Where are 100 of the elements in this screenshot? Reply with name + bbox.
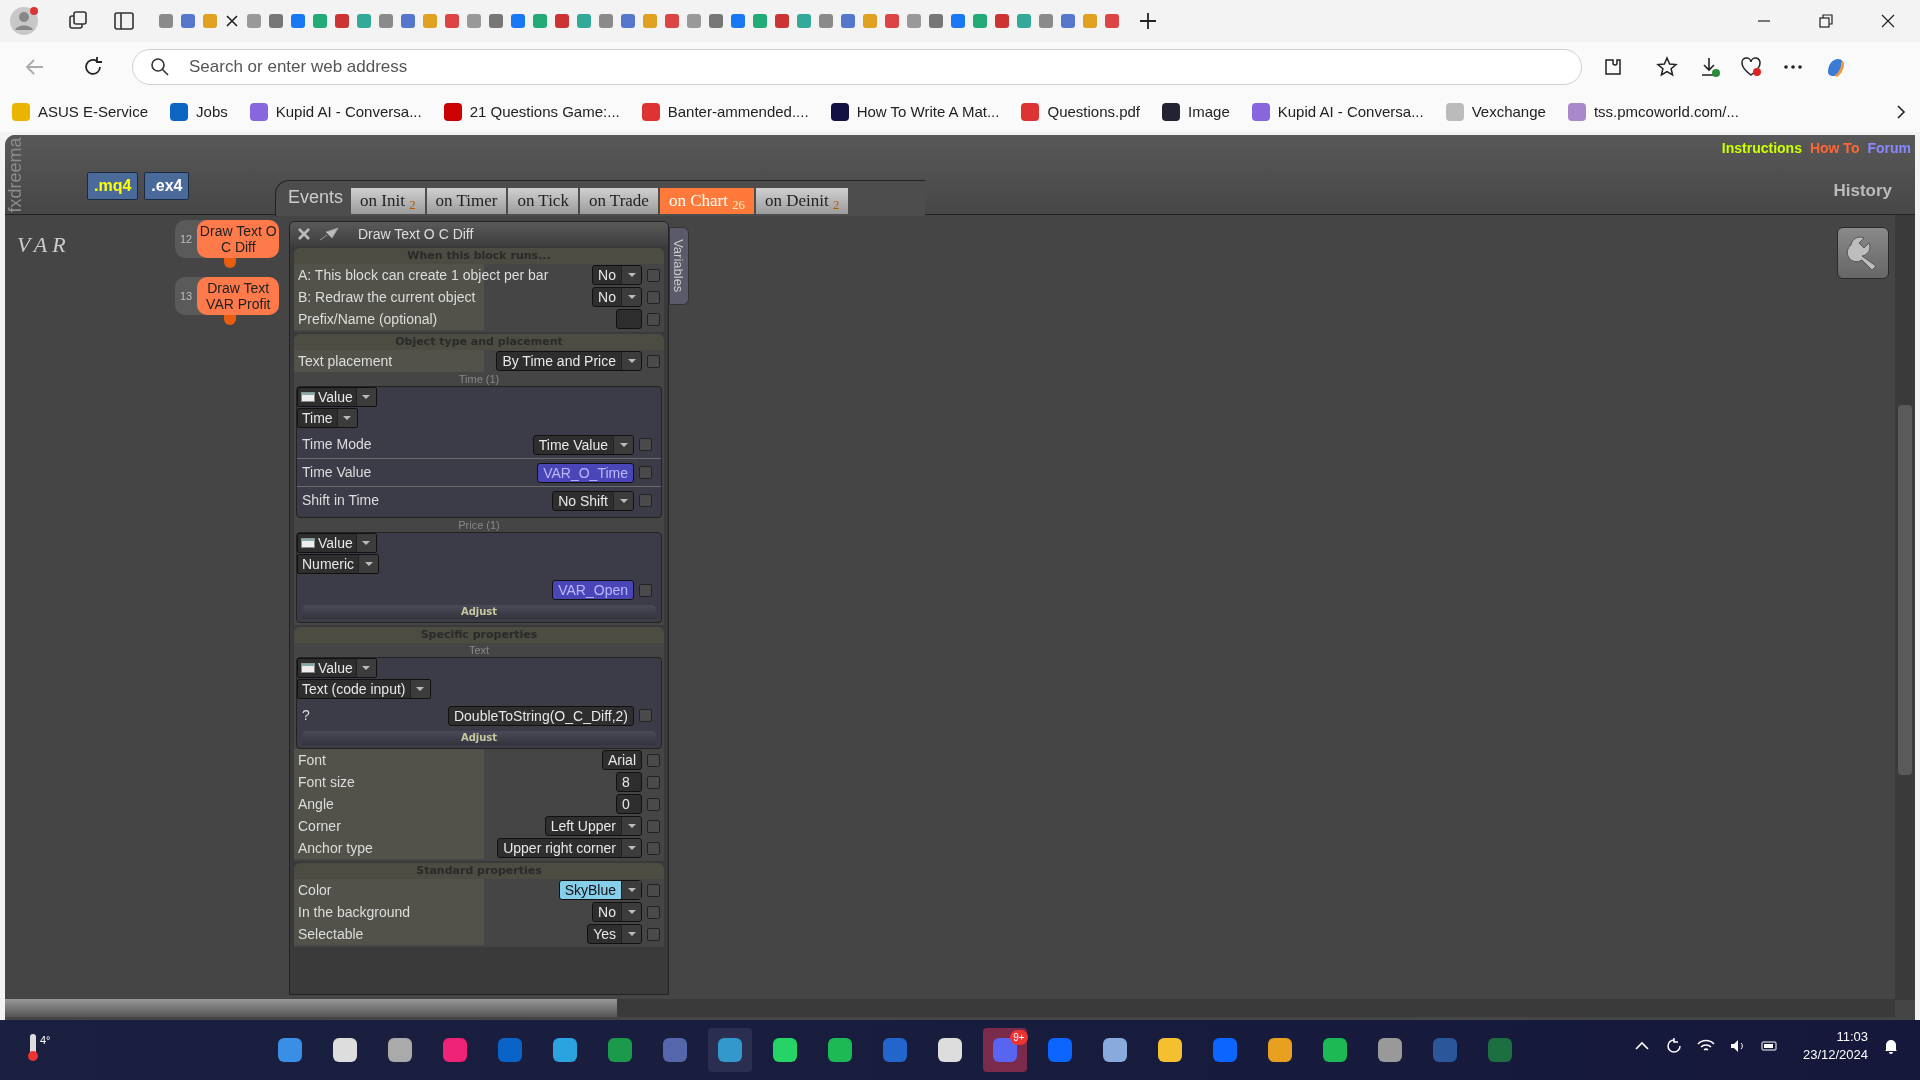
bookmark[interactable]: Vexchange xyxy=(1445,100,1546,124)
settings-button[interactable] xyxy=(1837,227,1889,279)
tab-favicon-icon[interactable] xyxy=(686,13,702,29)
tab-favicon-icon[interactable] xyxy=(796,13,812,29)
tab-favicon-icon[interactable] xyxy=(1016,13,1032,29)
type-dropdown[interactable]: Text (code input) xyxy=(297,679,431,699)
dropdown[interactable]: No Shift xyxy=(552,490,634,511)
adjust-button[interactable]: Adjust xyxy=(302,605,656,619)
adjust-button[interactable]: Adjust xyxy=(302,731,656,745)
tab-favicon-icon[interactable] xyxy=(642,13,658,29)
tab-favicon-icon[interactable] xyxy=(290,13,306,29)
type-dropdown[interactable]: Time xyxy=(297,408,358,428)
tab-favicon-icon[interactable] xyxy=(620,13,636,29)
dropdown[interactable]: Left Upper xyxy=(544,816,642,836)
checkbox[interactable] xyxy=(639,709,652,722)
checkbox[interactable] xyxy=(647,753,660,767)
scrollbar-thumb[interactable] xyxy=(5,999,617,1017)
tab-favicon-icon[interactable] xyxy=(510,13,526,29)
bookmark[interactable]: Kupid AI - Conversa... xyxy=(249,100,422,124)
checkbox[interactable] xyxy=(647,883,660,897)
tab-favicon-icon[interactable] xyxy=(268,13,284,29)
dropdown[interactable]: No xyxy=(592,265,642,285)
chevron-right-icon[interactable] xyxy=(1894,105,1908,119)
checkbox[interactable] xyxy=(639,466,652,479)
dropdown[interactable]: No xyxy=(592,902,642,922)
checkbox[interactable] xyxy=(639,438,652,451)
header-link[interactable]: Instructions xyxy=(1721,138,1802,159)
bookmark[interactable]: Image xyxy=(1162,100,1230,124)
health-icon[interactable] xyxy=(1740,56,1762,78)
input-field[interactable] xyxy=(616,309,642,329)
event-tab[interactable]: on Trade xyxy=(579,188,658,214)
bookmark[interactable]: Banter-ammended.... xyxy=(641,100,809,124)
checkbox[interactable] xyxy=(639,494,652,507)
tab-favicon-icon[interactable] xyxy=(378,13,394,29)
tab-favicon-icon[interactable] xyxy=(950,13,966,29)
checkbox[interactable] xyxy=(647,354,660,368)
tab-favicon-icon[interactable] xyxy=(994,13,1010,29)
export-button[interactable]: .ex4 xyxy=(144,172,190,200)
tab-favicon-icon[interactable] xyxy=(1082,13,1098,29)
bookmark[interactable]: How To Write A Mat... xyxy=(830,100,1000,124)
source-dropdown[interactable]: Value xyxy=(297,533,377,553)
new-tab-icon[interactable] xyxy=(1138,11,1158,31)
type-dropdown[interactable]: Numeric xyxy=(297,554,380,574)
export-button[interactable]: .mq4 xyxy=(87,172,139,200)
taskbar-app[interactable]: 9+ xyxy=(983,1028,1027,1072)
dropdown[interactable]: By Time and Price xyxy=(496,351,642,371)
dropdown[interactable]: No xyxy=(592,287,642,307)
tab-actions-icon[interactable] xyxy=(112,9,136,33)
clock-time[interactable]: 11:03 xyxy=(1836,1028,1868,1046)
tab-favicon-icon[interactable] xyxy=(202,13,218,29)
checkbox[interactable] xyxy=(647,927,660,941)
tab-favicon-icon[interactable] xyxy=(334,13,350,29)
input-field[interactable]: DoubleToString(O_C_Diff,2) xyxy=(447,705,634,726)
tab-favicon-icon[interactable] xyxy=(884,13,900,29)
tab-favicon-icon[interactable] xyxy=(576,13,592,29)
bookmark[interactable]: Questions.pdf xyxy=(1021,100,1141,124)
favorites-icon[interactable] xyxy=(1656,56,1678,78)
pin-icon[interactable] xyxy=(318,226,340,242)
checkbox[interactable] xyxy=(639,583,652,597)
event-tab[interactable]: on Tick xyxy=(508,188,578,214)
tab-favicon-icon[interactable] xyxy=(246,13,262,29)
close-icon[interactable] xyxy=(224,13,240,29)
tab-favicon-icon[interactable] xyxy=(400,13,416,29)
checkbox[interactable] xyxy=(647,819,660,833)
bookmark[interactable]: ASUS E-Service xyxy=(12,100,149,124)
tab-favicon-icon[interactable] xyxy=(488,13,504,29)
tab-favicon-icon[interactable] xyxy=(906,13,922,29)
bookmark[interactable]: Jobs xyxy=(170,100,228,124)
close-icon[interactable] xyxy=(1880,13,1896,29)
tab-favicon-icon[interactable] xyxy=(444,13,460,29)
input-field[interactable]: 0 xyxy=(616,794,642,814)
checkbox[interactable] xyxy=(647,797,660,811)
checkbox[interactable] xyxy=(647,268,660,282)
bookmark[interactable]: 21 Questions Game:... xyxy=(443,100,620,124)
scrollbar-thumb[interactable] xyxy=(1898,405,1912,775)
history-label[interactable]: History xyxy=(1833,178,1892,204)
tab-favicon-icon[interactable] xyxy=(356,13,372,29)
checkbox[interactable] xyxy=(647,775,660,789)
tab-favicon-icon[interactable] xyxy=(928,13,944,29)
tab-favicon-icon[interactable] xyxy=(422,13,438,29)
tab-favicon-icon[interactable] xyxy=(466,13,482,29)
event-tab[interactable]: on Deinit $_{2}$ xyxy=(755,188,849,214)
tab-favicon-icon[interactable] xyxy=(598,13,614,29)
checkbox[interactable] xyxy=(647,841,660,855)
tab-favicon-icon[interactable] xyxy=(840,13,856,29)
tab-favicon-icon[interactable] xyxy=(554,13,570,29)
source-dropdown[interactable]: Value xyxy=(297,387,377,407)
tab-favicon-icon[interactable] xyxy=(1038,13,1054,29)
tab-favicon-icon[interactable] xyxy=(862,13,878,29)
tab-favicon-icon[interactable] xyxy=(972,13,988,29)
tab-favicon-icon[interactable] xyxy=(312,13,328,29)
checkbox[interactable] xyxy=(647,290,660,304)
tab-favicon-icon[interactable] xyxy=(752,13,768,29)
event-tab[interactable]: on Init $_{2}$ xyxy=(351,188,425,214)
variable-field[interactable]: VAR_Open xyxy=(552,580,634,600)
source-dropdown[interactable]: Value xyxy=(297,658,377,678)
extensions-icon[interactable] xyxy=(1602,56,1624,78)
dropdown[interactable]: Time Value xyxy=(532,434,634,455)
address-field[interactable]: Search or enter web address xyxy=(132,49,1582,85)
clock-date[interactable]: 23/12/2024 xyxy=(1802,1046,1868,1064)
